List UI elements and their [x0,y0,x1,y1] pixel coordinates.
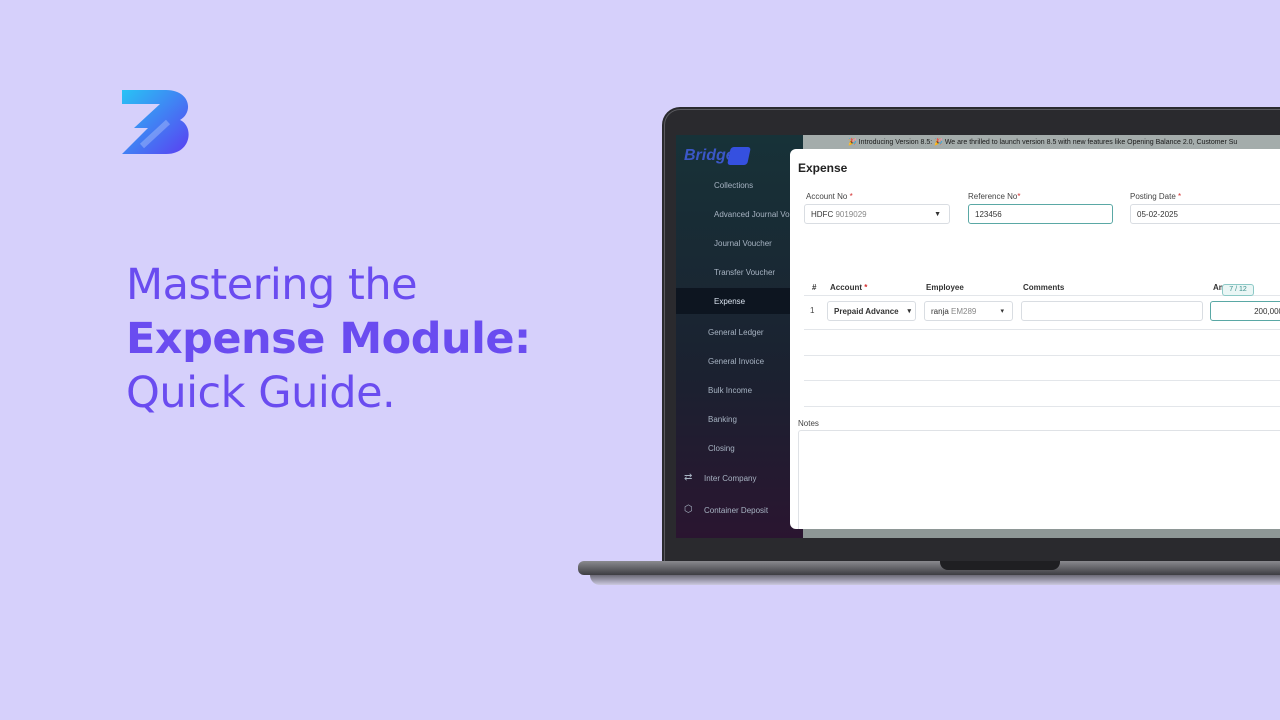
row-account-select[interactable]: Prepaid Advance ▾ [827,301,916,321]
sidebar-item-advanced-journal[interactable]: Advanced Journal Vo [714,210,790,219]
reference-no-input[interactable]: 123456 [968,204,1113,224]
table-row-divider [804,406,1280,407]
row-account-value: Prepaid Advance [834,307,899,316]
sidebar-item-closing[interactable]: Closing [708,444,735,453]
posting-date-input[interactable]: 05-02-2025 [1130,204,1280,224]
row-comments-input[interactable] [1021,301,1203,321]
col-comments-header: Comments [1023,283,1065,292]
sidebar-item-general-ledger[interactable]: General Ledger [708,328,764,337]
brand-logo-icon [122,90,189,154]
account-no-select[interactable]: HDFC 9019029 ▼ [804,204,950,224]
table-divider [804,295,1280,296]
laptop-screen: Bridge Collections Advanced Journal Vo J… [676,135,1280,538]
sidebar-item-expense[interactable]: Expense [714,297,745,306]
sidebar-item-container-deposit[interactable]: Container Deposit [704,506,768,515]
headline-line-2: Expense Module: [126,314,531,364]
notes-textarea[interactable] [798,430,1280,529]
account-no-label: Account No * [806,192,853,201]
sidebar: Bridge Collections Advanced Journal Vo J… [676,135,803,538]
amount-char-counter: 7 / 12 [1222,284,1254,296]
account-no-sub: 9019029 [835,210,867,219]
row-employee-code: EM289 [951,307,977,316]
row-employee-select[interactable]: ranja EM289 ▾ [924,301,1013,321]
row-employee-value: ranja [931,307,949,316]
expense-modal: Expense Account No * HDFC 9019029 ▼ Refe… [790,149,1280,529]
notes-label: Notes [798,419,819,428]
account-no-value: HDFC [811,210,834,219]
modal-title: Expense [798,161,848,175]
laptop-base [578,561,1280,575]
sidebar-item-general-invoice[interactable]: General Invoice [708,357,764,366]
table-row-divider [804,329,1280,330]
sidebar-item-inter-company[interactable]: Inter Company [704,474,756,483]
sidebar-item-collections[interactable]: Collections [714,181,753,190]
sidebar-item-transfer-voucher[interactable]: Transfer Voucher [714,268,775,277]
headline-line-1: Mastering the [126,260,418,310]
app-logo-icon [727,147,751,165]
caret-down-icon: ▼ [934,211,941,218]
sidebar-item-bulk-income[interactable]: Bulk Income [708,386,752,395]
row-number: 1 [810,306,815,315]
sidebar-item-banking[interactable]: Banking [708,415,737,424]
headline-line-3: Quick Guide. [126,368,396,418]
sidebar-item-journal-voucher[interactable]: Journal Voucher [714,239,772,248]
reference-no-label: Reference No* [968,192,1021,201]
laptop-hinge-notch [940,561,1060,570]
col-num-header: # [812,283,817,292]
posting-date-label: Posting Date * [1130,192,1182,201]
transfer-icon: ⇄ [684,472,693,483]
laptop-base-shadow [590,575,1280,585]
table-row-divider [804,355,1280,356]
caret-down-icon: ▾ [907,308,911,315]
cube-icon: ⬡ [684,504,693,515]
caret-down-icon: ▾ [1000,308,1004,315]
table-row-divider [804,380,1280,381]
col-account-header: Account * [830,283,868,292]
hero-headline: Mastering the Expense Module: Quick Guid… [126,258,531,420]
col-employee-header: Employee [926,283,964,292]
row-amount-input[interactable]: 200,000 [1210,301,1280,321]
